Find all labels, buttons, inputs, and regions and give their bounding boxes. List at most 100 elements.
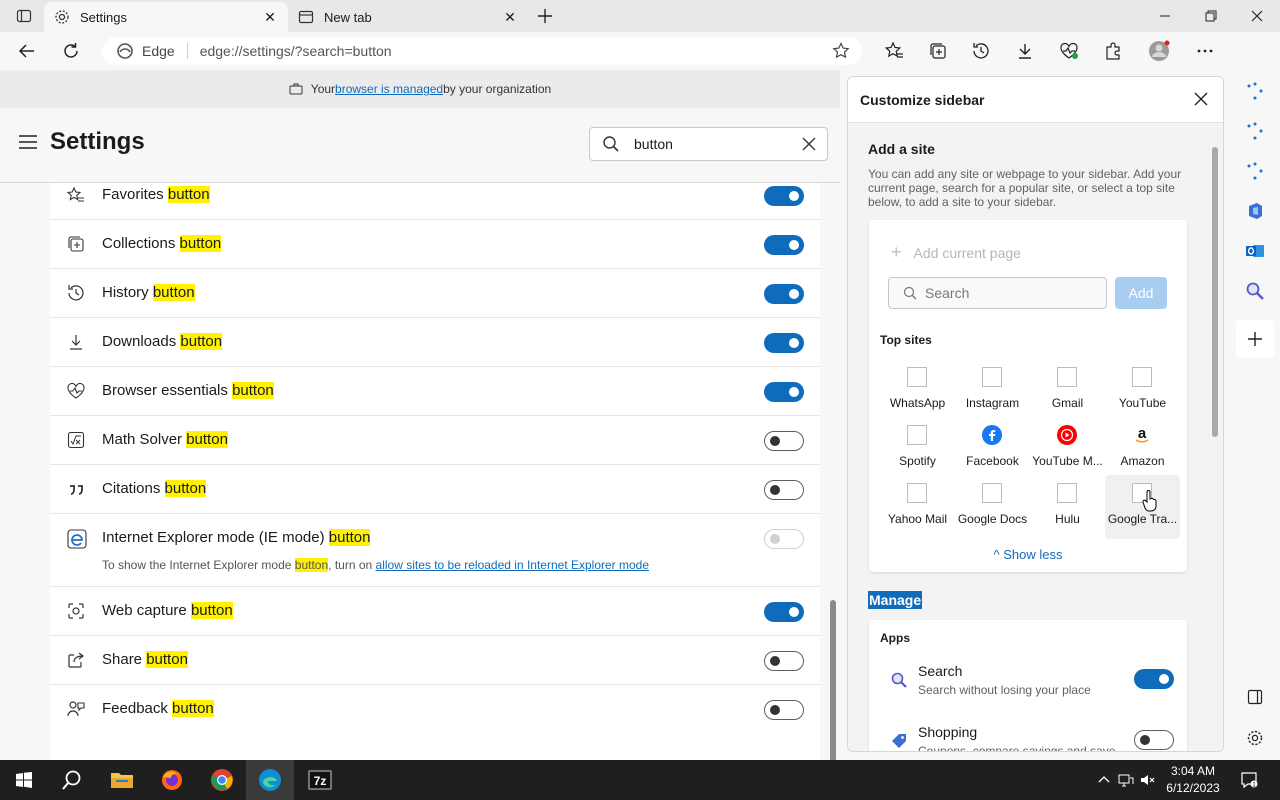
minimize-button[interactable] [1142, 0, 1188, 32]
close-window-button[interactable] [1234, 0, 1280, 32]
tab-close-icon[interactable]: ✕ [262, 9, 278, 25]
setting-label: Favorites button [102, 186, 210, 203]
share-button-toggle[interactable] [764, 651, 804, 671]
downloads-button-toggle[interactable] [764, 333, 804, 353]
setting-row-collections: Collections button [50, 220, 820, 269]
app-row-shopping: Shopping Coupons, compare savings and sa… [880, 724, 1180, 751]
tab-settings[interactable]: Settings ✕ [44, 2, 288, 32]
search-highlight: button [152, 284, 195, 301]
taskbar-file-explorer[interactable] [98, 760, 146, 800]
browser-essentials-button[interactable] [1054, 36, 1084, 66]
taskbar-7zip[interactable]: 7z [296, 760, 344, 800]
back-button[interactable] [12, 36, 42, 66]
loading-dots-icon [1247, 122, 1263, 140]
math-solver-button-toggle[interactable] [764, 431, 804, 451]
setting-label: Feedback button [102, 700, 214, 717]
top-site-youtube-music[interactable]: YouTube M... [1030, 425, 1105, 481]
taskbar-search-button[interactable] [48, 760, 96, 800]
top-site-google-docs[interactable]: Google Docs [955, 483, 1030, 539]
site-search-input[interactable]: Search [888, 277, 1107, 309]
top-site-facebook[interactable]: Facebook [955, 425, 1030, 481]
ie-reload-sites-link[interactable]: allow sites to be reloaded in Internet E… [376, 558, 650, 572]
briefcase-icon [289, 83, 303, 95]
top-site-google-translate[interactable]: Google Tra... [1105, 475, 1180, 539]
feedback-button-toggle[interactable] [764, 700, 804, 720]
plus-icon: + [891, 242, 902, 262]
downloads-button[interactable] [1010, 36, 1040, 66]
profile-button[interactable] [1144, 36, 1174, 66]
top-site-youtube[interactable]: YouTube [1105, 367, 1180, 423]
sidebar-app-discover[interactable] [1244, 80, 1266, 102]
setting-label: History button [102, 284, 195, 301]
top-site-whatsapp[interactable]: WhatsApp [880, 367, 955, 423]
tab-close-icon[interactable]: ✕ [502, 9, 518, 25]
top-site-amazon[interactable]: a Amazon [1105, 425, 1180, 481]
system-clock[interactable]: 3:04 AM 6/12/2023 [1160, 763, 1226, 797]
browser-managed-link[interactable]: browser is managed [335, 82, 443, 96]
search-app-icon [891, 672, 907, 688]
top-site-instagram[interactable]: Instagram [955, 367, 1030, 423]
search-highlight: button [294, 558, 329, 572]
collections-button[interactable] [923, 36, 953, 66]
citations-button-toggle[interactable] [764, 480, 804, 500]
favorites-button[interactable] [880, 36, 910, 66]
history-icon [68, 285, 84, 301]
setting-label: Share button [102, 651, 188, 668]
add-site-button[interactable]: Add [1115, 277, 1167, 309]
sidebar-settings-button[interactable] [1244, 727, 1266, 749]
close-icon[interactable] [1193, 91, 1209, 107]
shopping-app-toggle[interactable] [1134, 730, 1174, 750]
search-app-toggle[interactable] [1134, 669, 1174, 689]
history-button-toggle[interactable] [764, 284, 804, 304]
sidebar-app-games[interactable] [1244, 160, 1266, 182]
new-tab-button[interactable] [534, 4, 556, 28]
taskbar-edge[interactable] [246, 760, 294, 800]
address-bar[interactable]: Edge edge://settings/?search=button [102, 37, 862, 65]
banner-prefix: Your [310, 82, 336, 96]
browser-essentials-button-toggle[interactable] [764, 382, 804, 402]
tab-new-tab[interactable]: New tab ✕ [288, 2, 528, 32]
favorites-button-toggle[interactable] [764, 186, 804, 206]
settings-more-button[interactable] [1190, 36, 1220, 66]
setting-row-citations: Citations button [50, 465, 820, 514]
collections-button-toggle[interactable] [764, 235, 804, 255]
chevron-up-icon[interactable] [1096, 772, 1112, 788]
show-less-link[interactable]: ^ Show less [869, 547, 1187, 562]
top-site-spotify[interactable]: Spotify [880, 425, 955, 481]
chrome-icon [211, 769, 233, 791]
search-highlight: button [172, 700, 214, 717]
sidebar-app-search[interactable] [1244, 280, 1266, 302]
tab-actions-button[interactable] [8, 4, 40, 28]
taskbar-chrome[interactable] [198, 760, 246, 800]
refresh-button[interactable] [56, 36, 86, 66]
volume-muted-icon[interactable] [1140, 772, 1156, 788]
clear-search-icon[interactable] [801, 136, 817, 152]
start-button[interactable] [0, 760, 48, 800]
customize-sidebar-button[interactable] [1236, 320, 1274, 358]
top-site-gmail[interactable]: Gmail [1030, 367, 1105, 423]
sidebar-app-office[interactable] [1244, 200, 1266, 222]
restore-button[interactable] [1188, 0, 1234, 32]
top-site-hulu[interactable]: Hulu [1030, 483, 1105, 539]
settings-search-input[interactable]: button [589, 127, 828, 161]
panel-scrollbar[interactable] [1211, 139, 1219, 739]
top-site-yahoo-mail[interactable]: Yahoo Mail [880, 483, 955, 539]
add-current-page-button[interactable]: + Add current page [891, 242, 1021, 263]
settings-scrollbar[interactable] [830, 600, 836, 778]
sidebar-app-tools[interactable] [1244, 120, 1266, 142]
add-favorite-star-icon[interactable] [832, 42, 850, 60]
site-placeholder-icon [907, 367, 927, 387]
download-icon [1019, 44, 1031, 59]
network-icon[interactable] [1118, 772, 1134, 788]
avatar-icon [1149, 40, 1170, 61]
scrollbar-thumb[interactable] [1212, 147, 1218, 437]
web-capture-button-toggle[interactable] [764, 602, 804, 622]
notifications-icon[interactable]: 1 [1240, 771, 1258, 789]
taskbar-firefox[interactable] [148, 760, 196, 800]
sidebar-app-outlook[interactable] [1244, 240, 1266, 262]
history-button[interactable] [966, 36, 996, 66]
extensions-button[interactable] [1098, 36, 1128, 66]
hide-sidebar-button[interactable] [1244, 686, 1266, 708]
hamburger-menu-icon[interactable] [18, 134, 38, 150]
minimize-icon [1160, 15, 1170, 17]
